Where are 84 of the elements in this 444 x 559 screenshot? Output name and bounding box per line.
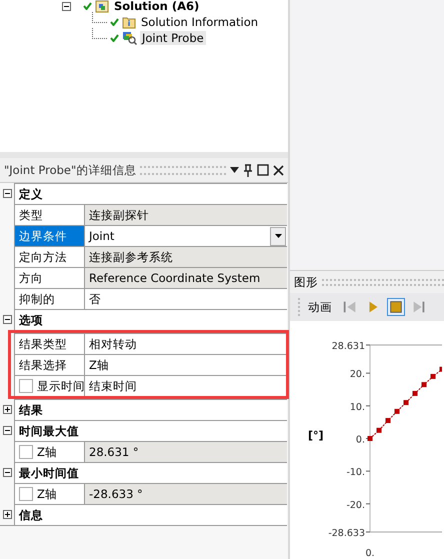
pin-icon[interactable] xyxy=(243,164,253,176)
collapse-icon[interactable] xyxy=(62,2,71,10)
group-header[interactable]: 时间最大值 xyxy=(14,420,287,441)
property-key-cell[interactable]: Z轴 xyxy=(14,441,84,462)
property-key-cell[interactable]: Z轴 xyxy=(14,483,84,504)
property-name: 类型 xyxy=(19,207,43,224)
group-header[interactable]: 信息 xyxy=(14,504,287,525)
data-point xyxy=(404,400,408,406)
property-key-cell[interactable]: 类型 xyxy=(14,204,84,225)
property-key-cell[interactable]: 结果选择 xyxy=(14,354,84,375)
panel-title: 图形 xyxy=(294,274,318,290)
property-key-cell[interactable]: 方向 xyxy=(14,267,84,288)
data-point xyxy=(430,374,436,379)
property-name: Z轴 xyxy=(37,486,57,503)
solution-icon xyxy=(95,0,109,13)
property-key-cell[interactable]: 定向方法 xyxy=(14,246,84,267)
tree-item[interactable]: Solution (A6) xyxy=(112,0,202,13)
property-name: 结果选择 xyxy=(19,357,67,374)
data-point xyxy=(386,418,390,424)
property-name: Z轴 xyxy=(37,444,57,461)
toolbar-label: 动画 xyxy=(308,300,332,314)
property-value: Reference Coordinate System xyxy=(84,267,287,288)
collapse-icon[interactable] xyxy=(2,314,12,324)
tick-label: 0. xyxy=(365,548,375,558)
grip-handle[interactable] xyxy=(322,278,444,286)
grip-handle[interactable] xyxy=(140,166,226,174)
property-key-cell[interactable]: 抑制的 xyxy=(14,288,84,309)
property-value: 连接副参考系统 xyxy=(84,246,287,267)
collapse-icon[interactable] xyxy=(2,426,12,434)
stop-button[interactable] xyxy=(387,298,405,316)
panel-title: "Joint Probe"的详细信息 xyxy=(4,162,136,178)
expand-icon[interactable] xyxy=(2,510,12,518)
property-value: 连接副探针 xyxy=(84,204,287,225)
dropdown-icon[interactable] xyxy=(230,167,239,173)
checkbox[interactable] xyxy=(19,379,33,393)
tree-item[interactable]: Solution Information xyxy=(139,15,260,29)
property-key-cell[interactable]: 边界条件 xyxy=(14,225,84,246)
property-value: 相对转动 xyxy=(84,333,286,354)
folder-info-icon xyxy=(122,15,136,29)
expand-icon[interactable] xyxy=(2,404,12,414)
checkbox[interactable] xyxy=(19,445,33,459)
tick-label: 0. xyxy=(356,434,365,446)
property-name: 结果类型 xyxy=(19,336,67,353)
collapse-icon[interactable] xyxy=(2,468,12,476)
tick-label: 28.631 xyxy=(332,341,365,352)
property-name: 抑制的 xyxy=(19,291,55,308)
maximize-icon[interactable] xyxy=(257,164,269,176)
group-header[interactable]: 结果 xyxy=(14,399,287,420)
data-point xyxy=(412,390,418,396)
tick-label: -20. xyxy=(346,500,365,511)
group-header[interactable]: 选项 xyxy=(14,309,287,330)
property-value: 否 xyxy=(84,288,287,309)
close-icon[interactable] xyxy=(273,164,284,176)
probe-icon xyxy=(122,31,137,45)
tick-label: 20. xyxy=(350,369,365,380)
property-name: 显示时间 xyxy=(37,378,85,395)
property-name: 方向 xyxy=(19,270,43,287)
checkbox[interactable] xyxy=(19,487,33,501)
data-point xyxy=(422,382,426,388)
property-name: 定向方法 xyxy=(19,249,67,266)
data-point xyxy=(394,408,400,414)
data-point xyxy=(376,428,382,433)
check-icon xyxy=(83,2,92,10)
data-point xyxy=(368,436,372,441)
dropdown-field[interactable]: Joint xyxy=(84,225,287,246)
tick-label: 10. xyxy=(350,402,365,413)
property-value: 结束时间 xyxy=(84,375,286,396)
caret-icon xyxy=(274,234,282,238)
stop-icon xyxy=(388,298,404,316)
grip-handle[interactable] xyxy=(298,298,303,316)
tree-item[interactable]: Joint Probe xyxy=(140,31,206,45)
group-header[interactable]: 定义 xyxy=(14,183,287,204)
property-value: Z轴 xyxy=(84,354,286,375)
axis-label: [°] xyxy=(308,429,324,442)
group-header[interactable]: 最小时间值 xyxy=(14,462,287,483)
collapse-icon[interactable] xyxy=(2,188,12,198)
property-name: 边界条件 xyxy=(19,228,67,245)
property-key-cell[interactable]: 显示时间 xyxy=(14,375,84,396)
tick-label: -28.633 xyxy=(328,528,365,539)
data-point xyxy=(440,366,442,372)
tick-label: -10. xyxy=(346,467,365,478)
property-key-cell[interactable]: 结果类型 xyxy=(14,333,84,354)
property-value: 28.631 ° xyxy=(84,441,287,462)
property-value: -28.633 ° xyxy=(84,483,287,504)
